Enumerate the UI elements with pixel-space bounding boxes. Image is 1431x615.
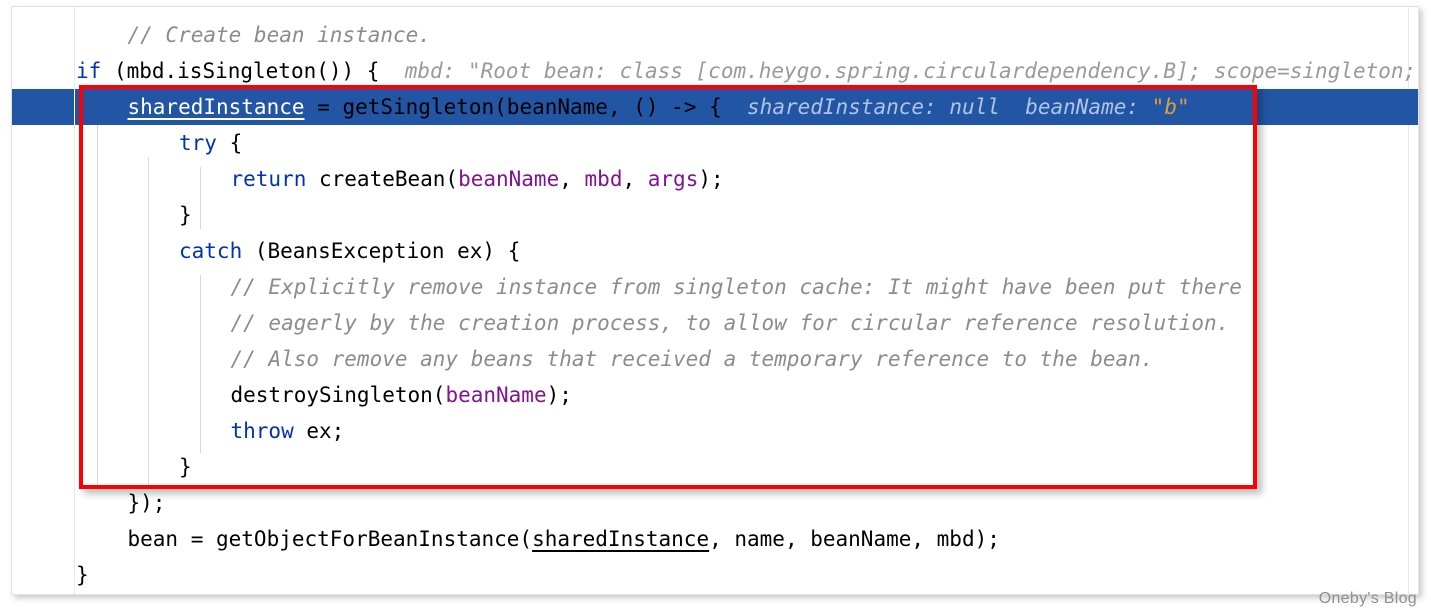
- current-line-marker-gutter: [12, 89, 30, 125]
- code-line-text: catch (BeansException ex) {: [179, 233, 520, 269]
- token-plain: ,: [622, 167, 648, 191]
- line-if-issingleton[interactable]: if (mbd.isSingleton()) { mbd: "Root bean…: [12, 53, 1418, 89]
- code-line-text: }: [179, 449, 192, 485]
- code-line-text: // Create bean instance.: [128, 17, 431, 53]
- token-keyword: return: [230, 167, 307, 191]
- token-plain: bean = getObjectForBeanInstance(: [127, 527, 533, 551]
- token-keyword: if: [76, 59, 102, 83]
- token-underline: sharedInstance: [127, 95, 305, 119]
- line-throw-ex[interactable]: throw ex;: [12, 413, 1418, 449]
- code-line-text: });: [128, 485, 166, 521]
- line-comment-also-remove[interactable]: // Also remove any beans that received a…: [12, 341, 1418, 377]
- line-bean-getobjectforbeaninstance[interactable]: bean = getObjectForBeanInstance(sharedIn…: [12, 521, 1418, 557]
- code-line-text: // Also remove any beans that received a…: [231, 341, 1154, 377]
- token-plain: });: [127, 491, 166, 515]
- current-line-number-gutter: [30, 89, 75, 125]
- token-comment: // Also remove any beans that received a…: [230, 347, 1154, 371]
- token-keyword: catch: [179, 239, 243, 263]
- token-plain: = getSingleton(beanName, () -> {: [304, 95, 748, 119]
- token-plain: ,: [559, 167, 585, 191]
- token-plain: );: [546, 383, 572, 407]
- token-plain: {: [216, 131, 243, 155]
- line-lambda-close[interactable]: });: [12, 485, 1418, 521]
- code-line-text: return createBean(beanName, mbd, args);: [231, 161, 724, 197]
- token-plain: }: [76, 563, 89, 587]
- line-try[interactable]: try {: [12, 125, 1418, 161]
- token-plain: createBean(: [306, 167, 459, 191]
- line-try-close-brace[interactable]: }: [12, 197, 1418, 233]
- code-text-area[interactable]: // Create bean instance. if (mbd.isSingle…: [12, 7, 1418, 594]
- code-line-text: // eagerly by the creation process, to a…: [231, 305, 1230, 341]
- line-return-createbean[interactable]: return createBean(beanName, mbd, args);: [12, 161, 1418, 197]
- token-hint: mbd:: [404, 59, 456, 83]
- line-catch-close-brace[interactable]: }: [12, 449, 1418, 485]
- code-line-text: }: [179, 197, 192, 233]
- code-line-text: bean = getObjectForBeanInstance(sharedIn…: [128, 521, 1000, 557]
- code-line-text: destroySingleton(beanName);: [231, 377, 572, 413]
- line-sharedinstance-getsingleton[interactable]: sharedInstance = getSingleton(beanName, …: [12, 89, 1418, 125]
- token-plain: ex;: [293, 419, 345, 443]
- code-line-text: try {: [179, 125, 242, 161]
- token-keyword: try: [179, 131, 217, 155]
- code-line-text: }: [76, 557, 89, 593]
- line-comment-explicitly-remove[interactable]: // Explicitly remove instance from singl…: [12, 269, 1418, 305]
- line-comment-create-bean[interactable]: // Create bean instance.: [12, 17, 1418, 53]
- token-hint: null: [949, 95, 1000, 119]
- token-hint: beanName:: [1025, 95, 1140, 119]
- token-hint-string: "b": [1151, 95, 1190, 119]
- token-plain: }: [179, 455, 192, 479]
- token-comment: // Explicitly remove instance from singl…: [230, 275, 1242, 299]
- token-parameter: mbd: [584, 167, 623, 191]
- token-parameter: beanName: [458, 167, 560, 191]
- line-destroysingleton[interactable]: destroySingleton(beanName);: [12, 377, 1418, 413]
- screenshot-root: // Create bean instance. if (mbd.isSingle…: [0, 0, 1431, 615]
- line-outer-close-brace[interactable]: }: [12, 557, 1418, 593]
- token-plain: }: [179, 203, 192, 227]
- token-hint: "Root bean: class [com.heygo.spring.circ…: [467, 59, 1417, 83]
- token-plain: (BeansException ex) {: [242, 239, 521, 263]
- token-underline: sharedInstance: [532, 527, 710, 551]
- token-comment: // Create bean instance.: [127, 23, 431, 47]
- token-plain: );: [698, 167, 724, 191]
- line-catch-beansexception[interactable]: catch (BeansException ex) {: [12, 233, 1418, 269]
- token-parameter: args: [647, 167, 699, 191]
- code-line-text: // Explicitly remove instance from singl…: [231, 269, 1242, 305]
- token-comment: // eagerly by the creation process, to a…: [230, 311, 1230, 335]
- code-line-text: if (mbd.isSingleton()) { mbd: "Root bean…: [76, 53, 1416, 89]
- token-parameter: beanName: [445, 383, 547, 407]
- token-keyword: throw: [230, 419, 294, 443]
- code-line-text: sharedInstance = getSingleton(beanName, …: [128, 89, 1190, 125]
- code-line-text: throw ex;: [231, 413, 345, 449]
- token-plain: destroySingleton(: [230, 383, 446, 407]
- token-hint: sharedInstance:: [747, 95, 937, 119]
- line-comment-eagerly-by[interactable]: // eagerly by the creation process, to a…: [12, 305, 1418, 341]
- watermark-label: Oneby's Blog: [1318, 590, 1417, 607]
- code-editor-frame: // Create bean instance. if (mbd.isSingle…: [11, 6, 1419, 595]
- token-plain: , name, beanName, mbd);: [709, 527, 1000, 551]
- token-plain: (mbd.isSingleton()) {: [101, 59, 405, 83]
